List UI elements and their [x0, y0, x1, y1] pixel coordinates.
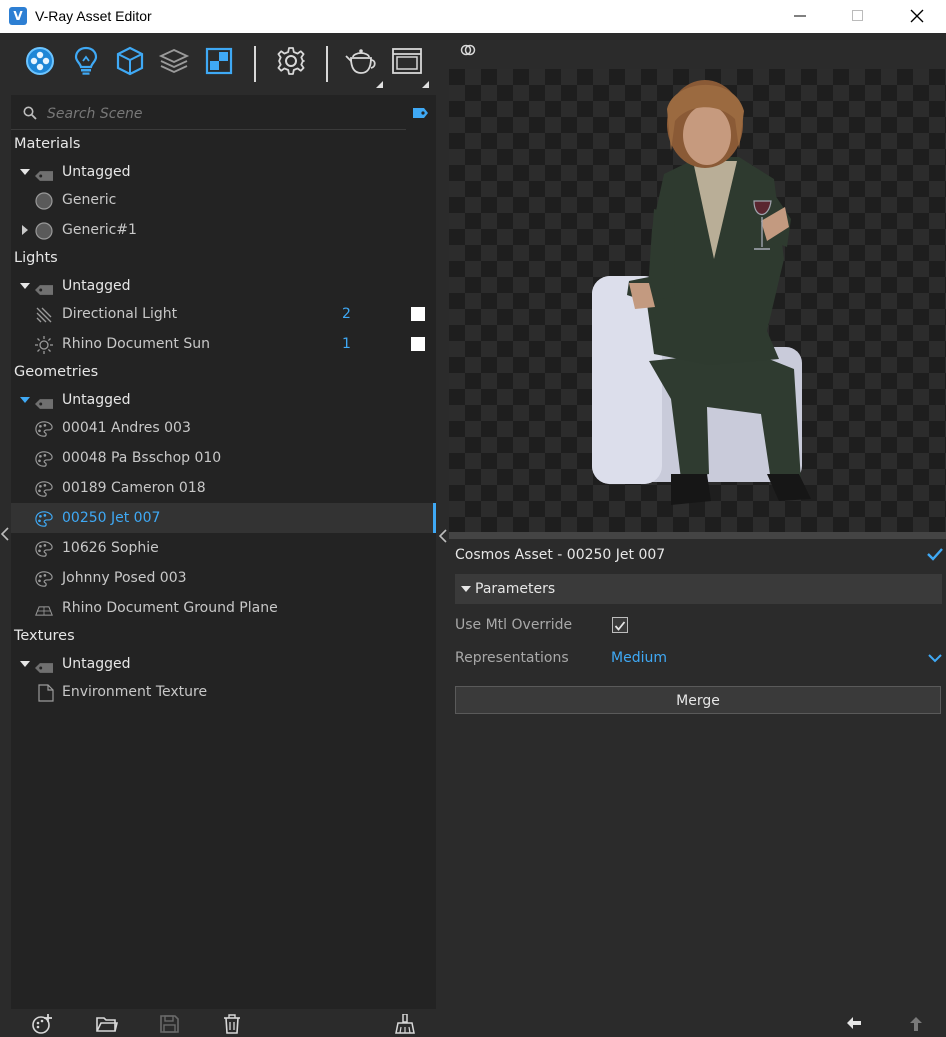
group-untagged[interactable]: Untagged: [11, 271, 436, 301]
expand-down-icon[interactable]: [19, 271, 31, 301]
tag-icon: [35, 285, 53, 295]
maximize-button[interactable]: [835, 0, 881, 32]
parameters-section-header[interactable]: Parameters: [455, 574, 942, 604]
tag-icon: [35, 171, 53, 181]
expand-right-icon[interactable]: [20, 215, 32, 245]
right-pane: Cosmos Asset - 00250 Jet 007 Parameters …: [449, 33, 946, 1037]
pane-splitter[interactable]: [436, 33, 449, 1037]
lights-icon[interactable]: [70, 45, 102, 77]
geometry-item[interactable]: 00189 Cameron 018: [11, 473, 436, 503]
add-asset-icon[interactable]: [31, 1014, 53, 1034]
geometry-icon[interactable]: [114, 45, 146, 77]
textures-icon[interactable]: [203, 45, 235, 77]
cosmos-asset-icon: [35, 571, 53, 587]
search-input[interactable]: [45, 102, 399, 126]
file-icon: [38, 684, 54, 702]
preview-divider[interactable]: [449, 532, 946, 539]
scene-tree-panel: Materials Untagged Generic Generic#1 Lig…: [11, 95, 436, 1009]
tag-icon: [35, 663, 53, 673]
search-icon: [23, 106, 37, 120]
cosmos-asset-icon: [35, 511, 53, 527]
instance-count: 1: [342, 336, 351, 352]
asset-toolbar: [0, 33, 448, 94]
asset-preview: [449, 69, 946, 532]
render-teapot-icon[interactable]: [345, 45, 377, 77]
representations-label: Representations: [455, 650, 569, 666]
chevron-down-icon[interactable]: [928, 653, 942, 663]
checkmark-icon: [614, 621, 626, 631]
expand-down-icon[interactable]: [19, 157, 31, 187]
materials-icon[interactable]: [24, 45, 56, 77]
enabled-check-icon[interactable]: [927, 547, 943, 561]
toolbar-divider: [326, 46, 328, 82]
geometry-item[interactable]: 10626 Sophie: [11, 533, 436, 563]
light-item[interactable]: Directional Light 2: [11, 299, 436, 329]
group-untagged[interactable]: Untagged: [11, 649, 436, 679]
material-item[interactable]: Generic: [11, 185, 436, 215]
geometry-item[interactable]: Rhino Document Ground Plane: [11, 593, 436, 623]
cosmos-asset-icon: [35, 421, 53, 437]
directional-light-icon: [36, 307, 52, 323]
sun-icon: [35, 336, 53, 354]
close-button[interactable]: [894, 0, 940, 32]
bottom-toolbar: [0, 1010, 448, 1037]
cosmos-asset-icon: [35, 481, 53, 497]
cosmos-asset-icon: [35, 541, 53, 557]
save-icon[interactable]: [159, 1014, 181, 1034]
vray-logo-icon: V: [9, 7, 27, 25]
search-bar: [11, 97, 406, 130]
group-untagged[interactable]: Untagged: [11, 157, 436, 187]
collapse-triangle-icon: [461, 586, 471, 592]
delete-icon[interactable]: [221, 1014, 243, 1034]
frame-buffer-options-indicator: [422, 81, 429, 88]
toolbar-divider: [254, 46, 256, 82]
expand-down-icon[interactable]: [19, 649, 31, 679]
material-sphere-icon: [35, 222, 53, 240]
open-folder-icon[interactable]: [96, 1014, 118, 1034]
frame-buffer-icon[interactable]: [391, 45, 423, 77]
geometry-item[interactable]: 00048 Pa Bsschop 010: [11, 443, 436, 473]
category-lights[interactable]: Lights: [11, 243, 436, 273]
up-arrow-icon[interactable]: [909, 1016, 923, 1032]
use-mtl-override-label: Use Mtl Override: [455, 617, 573, 633]
expand-down-icon[interactable]: [19, 385, 31, 415]
asset-title: Cosmos Asset - 00250 Jet 007: [455, 547, 666, 563]
cosmos-asset-icon: [35, 451, 53, 467]
texture-item[interactable]: Environment Texture: [11, 677, 436, 707]
ground-plane-icon: [35, 606, 53, 616]
collapse-left-icon[interactable]: [439, 529, 447, 543]
tag-filter-icon[interactable]: [413, 108, 428, 118]
preview-toolbar: [449, 33, 946, 69]
light-item[interactable]: Rhino Document Sun 1: [11, 329, 436, 359]
render-options-indicator: [376, 81, 383, 88]
collapse-left-icon[interactable]: [1, 527, 9, 541]
material-item[interactable]: Generic#1: [11, 215, 436, 245]
minimize-button[interactable]: [777, 0, 823, 32]
purge-brush-icon[interactable]: [394, 1014, 416, 1034]
geometry-item[interactable]: 00041 Andres 003: [11, 413, 436, 443]
representations-select[interactable]: Medium: [611, 650, 667, 666]
light-color-swatch[interactable]: [411, 337, 425, 351]
light-color-swatch[interactable]: [411, 307, 425, 321]
asset-preview-image: [592, 80, 811, 505]
use-mtl-override-checkbox[interactable]: [612, 617, 628, 633]
category-geometries[interactable]: Geometries: [11, 357, 436, 387]
left-pane: Materials Untagged Generic Generic#1 Lig…: [0, 33, 448, 1037]
geometry-item[interactable]: Johnny Posed 003: [11, 563, 436, 593]
category-materials[interactable]: Materials: [11, 129, 436, 159]
window-title: V-Ray Asset Editor: [35, 8, 152, 24]
back-arrow-icon[interactable]: [846, 1016, 862, 1030]
render-elements-icon[interactable]: [158, 45, 190, 77]
category-textures[interactable]: Textures: [11, 621, 436, 651]
instance-count: 2: [342, 306, 351, 322]
settings-icon[interactable]: [275, 45, 307, 77]
preview-mode-icon[interactable]: [460, 43, 476, 57]
group-untagged[interactable]: Untagged: [11, 385, 436, 415]
title-bar: V V-Ray Asset Editor: [0, 0, 946, 33]
tag-icon: [35, 399, 53, 409]
material-sphere-icon: [35, 192, 53, 210]
geometry-item-selected[interactable]: 00250 Jet 007: [11, 503, 436, 533]
merge-button[interactable]: Merge: [455, 686, 941, 714]
